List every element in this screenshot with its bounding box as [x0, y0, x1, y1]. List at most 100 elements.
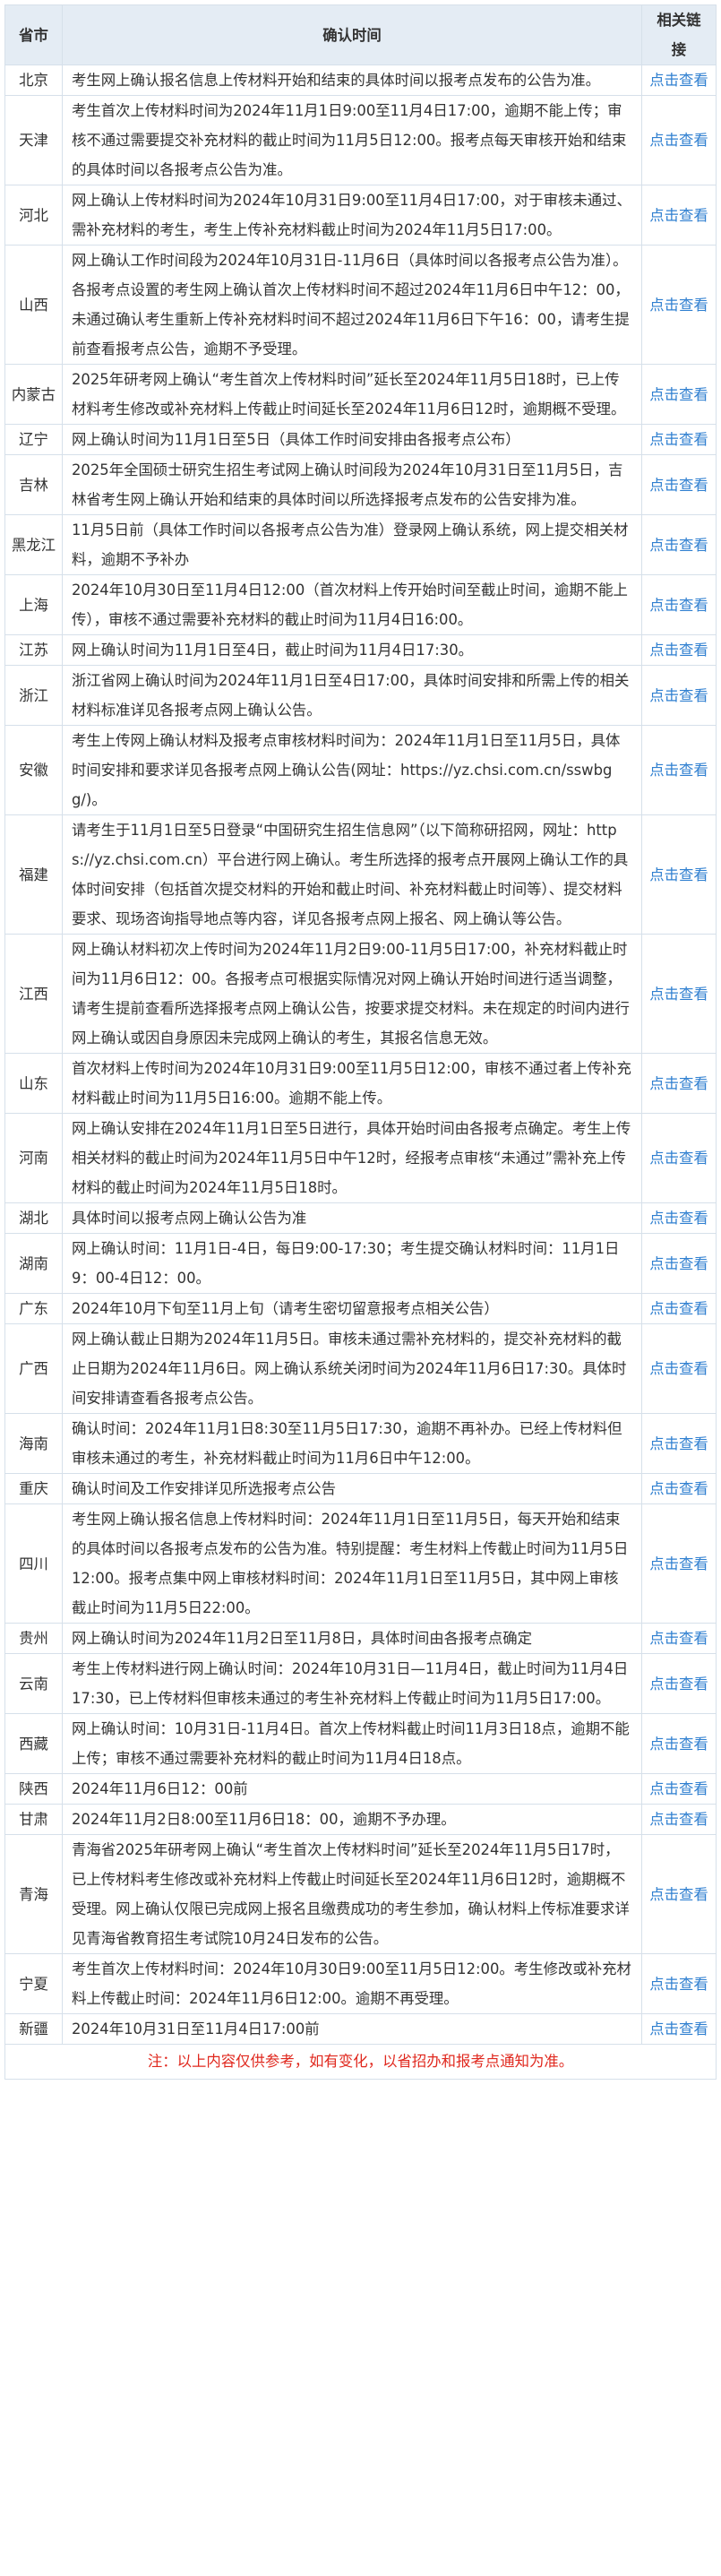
confirm-time-cell: 2024年10月30日至11月4日12:00（首次材料上传开始时间至截止时间，逾…: [62, 574, 642, 635]
province-cell: 福建: [4, 814, 63, 935]
view-link[interactable]: 点击查看: [649, 1630, 708, 1647]
view-link[interactable]: 点击查看: [649, 762, 708, 779]
confirm-time-cell: 青海省2025年研考网上确认“考生首次上传材料时间”延长至2024年11月5日1…: [62, 1834, 642, 1954]
view-link[interactable]: 点击查看: [649, 1360, 708, 1377]
link-cell: 点击查看: [641, 725, 717, 815]
page-container: 省市 确认时间 相关链接 北京 考生网上确认报名信息上传材料开始和结束的具体时间以…: [4, 4, 717, 2080]
table-row: 北京 考生网上确认报名信息上传材料开始和结束的具体时间以报考点发布的公告为准。 点击…: [4, 65, 717, 96]
view-link[interactable]: 点击查看: [649, 2020, 708, 2038]
confirm-time-cell: 考生首次上传材料时间：2024年10月30日9:00至11月5日12:00。考生…: [62, 1953, 642, 2014]
view-link[interactable]: 点击查看: [649, 1811, 708, 1828]
confirm-time-cell: 网上确认时间为2024年11月2日至11月8日，具体时间由各报考点确定: [62, 1623, 642, 1654]
confirm-time-cell: 网上确认材料初次上传时间为2024年11月2日9:00-11月5日17:00，补…: [62, 934, 642, 1054]
link-cell: 点击查看: [641, 364, 717, 425]
view-link[interactable]: 点击查看: [649, 297, 708, 314]
link-cell: 点击查看: [641, 1202, 717, 1234]
confirm-time-cell: 首次材料上传时间为2024年10月31日9:00至11月5日12:00，审核不通…: [62, 1053, 642, 1114]
table-row: 江西 网上确认材料初次上传时间为2024年11月2日9:00-11月5日17:00…: [4, 934, 717, 1054]
confirm-time-cell: 网上确认上传材料时间为2024年10月31日9:00至11月4日17:00，对于…: [62, 185, 642, 246]
table-body: 北京 考生网上确认报名信息上传材料开始和结束的具体时间以报考点发布的公告为准。 点击…: [4, 65, 717, 2045]
table-row: 宁夏 考生首次上传材料时间：2024年10月30日9:00至11月5日12:00。…: [4, 1953, 717, 2014]
view-link[interactable]: 点击查看: [649, 431, 708, 448]
link-cell: 点击查看: [641, 1503, 717, 1624]
table-row: 江苏 网上确认时间为11月1日至4日，截止时间为11月4日17:30。 点击查看: [4, 634, 717, 666]
province-cell: 浙江: [4, 665, 63, 726]
header-confirm-time: 确认时间: [62, 4, 642, 65]
confirm-time-cell: 网上确认截止日期为2024年11月5日。审核未通过需补充材料的，提交补充材料的截…: [62, 1323, 642, 1414]
header-related-link: 相关链接: [641, 4, 717, 65]
view-link[interactable]: 点击查看: [649, 597, 708, 614]
table-row: 吉林 2025年全国硕士研究生招生考试网上确认时间段为2024年10月31日至11…: [4, 454, 717, 515]
table-row: 湖北 具体时间以报考点网上确认公告为准 点击查看: [4, 1202, 717, 1234]
table-row: 河南 网上确认安排在2024年11月1日至5日进行，具体开始时间由各报考点确定。考…: [4, 1113, 717, 1203]
confirm-time-cell: 考生首次上传材料时间为2024年11月1日9:00至11月4日17:00，逾期不…: [62, 95, 642, 185]
province-cell: 江苏: [4, 634, 63, 666]
link-cell: 点击查看: [641, 65, 717, 96]
link-cell: 点击查看: [641, 634, 717, 666]
table-row: 上海 2024年10月30日至11月4日12:00（首次材料上传开始时间至截止时间…: [4, 574, 717, 635]
confirm-time-cell: 2024年10月下旬至11月上旬（请考生密切留意报考点相关公告）: [62, 1293, 642, 1324]
confirm-time-cell: 网上确认工作时间段为2024年10月31日-11月6日（具体时间以各报考点公告为…: [62, 245, 642, 365]
view-link[interactable]: 点击查看: [649, 1210, 708, 1227]
confirm-time-cell: 2025年全国硕士研究生招生考试网上确认时间段为2024年10月31日至11月5…: [62, 454, 642, 515]
table-row: 天津 考生首次上传材料时间为2024年11月1日9:00至11月4日17:00，逾…: [4, 95, 717, 185]
link-cell: 点击查看: [641, 1953, 717, 2014]
table-row: 广东 2024年10月下旬至11月上旬（请考生密切留意报考点相关公告） 点击查看: [4, 1293, 717, 1324]
view-link[interactable]: 点击查看: [649, 1300, 708, 1317]
view-link[interactable]: 点击查看: [649, 986, 708, 1003]
province-cell: 河北: [4, 185, 63, 246]
view-link[interactable]: 点击查看: [649, 1075, 708, 1092]
table-row: 山西 网上确认工作时间段为2024年10月31日-11月6日（具体时间以各报考点公…: [4, 245, 717, 365]
confirm-time-cell: 确认时间：2024年11月1日8:30至11月5日17:30，逾期不再补办。已经…: [62, 1413, 642, 1474]
table-row: 新疆 2024年10月31日至11月4日17:00前 点击查看: [4, 2013, 717, 2045]
view-link[interactable]: 点击查看: [649, 1736, 708, 1753]
confirm-time-cell: 网上确认时间为11月1日至4日，截止时间为11月4日17:30。: [62, 634, 642, 666]
table-row: 陕西 2024年11月6日12：00前 点击查看: [4, 1773, 717, 1805]
confirm-time-cell: 请考生于11月1日至5日登录“中国研究生招生信息网”（以下简称研招网，网址：ht…: [62, 814, 642, 935]
view-link[interactable]: 点击查看: [649, 1976, 708, 1993]
confirm-time-cell: 确认时间及工作安排详见所选报考点公告: [62, 1473, 642, 1504]
view-link[interactable]: 点击查看: [649, 1676, 708, 1693]
confirm-time-cell: 具体时间以报考点网上确认公告为准: [62, 1202, 642, 1234]
link-cell: 点击查看: [641, 424, 717, 455]
link-cell: 点击查看: [641, 1773, 717, 1805]
confirmation-time-table: 省市 确认时间 相关链接 北京 考生网上确认报名信息上传材料开始和结束的具体时间以…: [4, 4, 717, 2045]
link-cell: 点击查看: [641, 1473, 717, 1504]
view-link[interactable]: 点击查看: [649, 1886, 708, 1903]
province-cell: 陕西: [4, 1773, 63, 1805]
confirm-time-cell: 网上确认安排在2024年11月1日至5日进行，具体开始时间由各报考点确定。考生上…: [62, 1113, 642, 1203]
link-cell: 点击查看: [641, 1323, 717, 1414]
province-cell: 宁夏: [4, 1953, 63, 2014]
confirm-time-cell: 网上确认时间：10月31日-11月4日。首次上传材料截止时间11月3日18点，逾…: [62, 1713, 642, 1774]
view-link[interactable]: 点击查看: [649, 687, 708, 704]
view-link[interactable]: 点击查看: [649, 132, 708, 149]
link-cell: 点击查看: [641, 2013, 717, 2045]
view-link[interactable]: 点击查看: [649, 1555, 708, 1572]
link-cell: 点击查看: [641, 1293, 717, 1324]
link-cell: 点击查看: [641, 665, 717, 726]
province-cell: 重庆: [4, 1473, 63, 1504]
table-row: 黑龙江 11月5日前（具体工作时间以各报考点公告为准）登录网上确认系统，网上提交相…: [4, 514, 717, 575]
table-row: 湖南 网上确认时间：11月1日-4日，每日9:00-17:30；考生提交确认材料时…: [4, 1233, 717, 1294]
view-link[interactable]: 点击查看: [649, 1435, 708, 1452]
province-cell: 湖南: [4, 1233, 63, 1294]
province-cell: 甘肃: [4, 1804, 63, 1835]
link-cell: 点击查看: [641, 1053, 717, 1114]
province-cell: 天津: [4, 95, 63, 185]
province-cell: 四川: [4, 1503, 63, 1624]
view-link[interactable]: 点击查看: [649, 642, 708, 659]
view-link[interactable]: 点击查看: [649, 477, 708, 494]
table-row: 西藏 网上确认时间：10月31日-11月4日。首次上传材料截止时间11月3日18点…: [4, 1713, 717, 1774]
province-cell: 新疆: [4, 2013, 63, 2045]
view-link[interactable]: 点击查看: [649, 1255, 708, 1272]
view-link[interactable]: 点击查看: [649, 207, 708, 224]
view-link[interactable]: 点击查看: [649, 1780, 708, 1797]
view-link[interactable]: 点击查看: [649, 537, 708, 554]
view-link[interactable]: 点击查看: [649, 1150, 708, 1167]
view-link[interactable]: 点击查看: [649, 866, 708, 883]
view-link[interactable]: 点击查看: [649, 72, 708, 89]
link-cell: 点击查看: [641, 1834, 717, 1954]
view-link[interactable]: 点击查看: [649, 386, 708, 403]
confirm-time-cell: 考生网上确认报名信息上传材料时间：2024年11月1日至11月5日，每天开始和结…: [62, 1503, 642, 1624]
view-link[interactable]: 点击查看: [649, 1480, 708, 1497]
